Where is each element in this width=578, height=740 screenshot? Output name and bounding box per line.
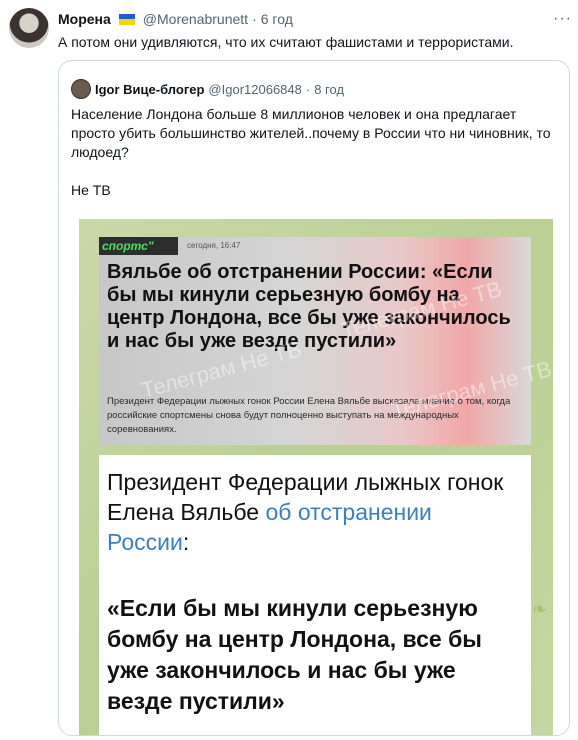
sports-logo: спортс" xyxy=(99,237,178,255)
quote-author-name: Igor Вице-блогер xyxy=(95,81,205,97)
quote-text-main: Население Лондона больше 8 миллионов чел… xyxy=(71,106,551,160)
author-handle[interactable]: @Morenabrunett xyxy=(143,11,248,27)
tweet-header: Морена @Morenabrunett · 6 год xyxy=(58,10,558,28)
tweet-text: А потом они удивляются, что их считают ф… xyxy=(58,34,514,50)
more-icon[interactable]: ··· xyxy=(553,10,572,28)
card-lead: Президент Федерации лыжных гонок Елена В… xyxy=(107,467,519,557)
quote-text: Население Лондона больше 8 миллионов чел… xyxy=(71,105,555,200)
dot-separator: · xyxy=(252,11,257,27)
quote-text-card: Президент Федерации лыжных гонок Елена В… xyxy=(99,455,531,735)
author-avatar[interactable] xyxy=(9,8,49,48)
quote-author-avatar xyxy=(71,79,91,99)
quote-header: Igor Вице-блогер @Igor12066848 · 8 год xyxy=(71,79,344,99)
quoted-tweet[interactable]: Igor Вице-блогер @Igor12066848 · 8 год Н… xyxy=(58,60,570,736)
ukraine-flag-icon xyxy=(118,13,135,25)
card-quote: «Если бы мы кинули серьезную бомбу на це… xyxy=(107,595,482,714)
quote-text-footer: Не ТВ xyxy=(71,182,111,198)
quote-image[interactable]: спортс" сегодня, 16:47 Вяльбе об отстран… xyxy=(79,219,554,735)
author-name[interactable]: Морена xyxy=(58,11,111,27)
news-screenshot-card: спортс" сегодня, 16:47 Вяльбе об отстран… xyxy=(99,237,554,445)
tweet-time[interactable]: 6 год xyxy=(261,11,293,27)
quote-time: 8 год xyxy=(314,81,345,97)
quote-author-handle: @Igor12066848 xyxy=(208,81,302,97)
news-date: сегодня, 16:47 xyxy=(187,241,241,250)
dot-separator: · xyxy=(305,81,311,97)
leaf-doodle-icon: ❧ xyxy=(531,599,547,619)
card-lead-colon: : xyxy=(182,529,190,555)
